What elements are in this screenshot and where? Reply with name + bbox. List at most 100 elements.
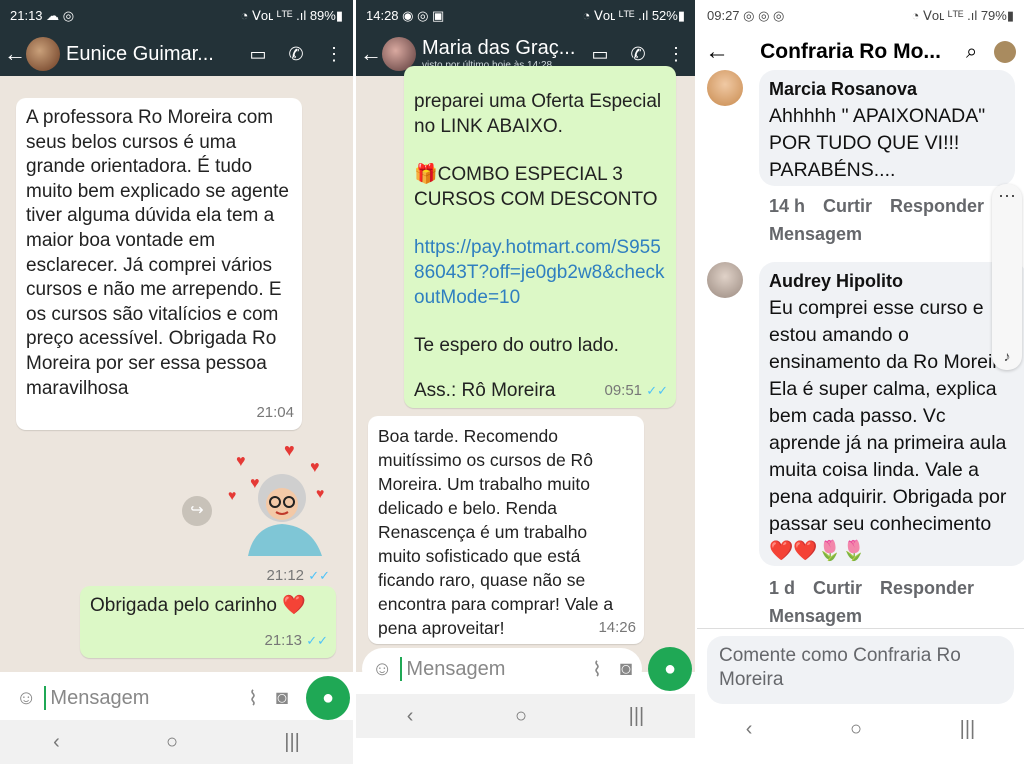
avatar[interactable] [707,262,743,298]
message-button[interactable]: Mensagem [769,606,862,626]
status-indicators: ◔ ᐯᴏʟ ᴸᵀᴱ .ıl 89%▮ [240,8,343,23]
status-indicators: ◔ ᐯᴏʟ ᴸᵀᴱ .ıl 79%▮ [911,8,1014,23]
phone-icon[interactable]: ✆ [619,44,657,65]
emoji-icon[interactable]: ☺ [16,687,36,710]
camera-icon[interactable]: ◙ [620,658,632,681]
more-options-icon[interactable]: ⋯ [992,184,1022,208]
comment-time: 1 d [769,578,796,598]
offer-link[interactable]: https://pay.hotmart.com/S95586043T?off=j… [414,236,666,310]
incoming-message: A professora Ro Moreira com seus belos c… [16,98,302,430]
comment-input[interactable]: Comente como Confraria Ro Moreira [707,636,1014,704]
mic-button[interactable]: ● [648,647,692,691]
more-options-icon[interactable]: ⋮ [315,44,353,65]
svg-text:♥: ♥ [236,453,246,470]
chat-area: A professora Ro Moreira com seus belos c… [0,76,353,672]
attach-icon[interactable]: ⌇ [248,686,258,711]
comment-author[interactable]: Marcia Rosanova [769,76,1005,103]
android-navbar: ‹ ○ ||| [356,694,695,738]
message-placeholder: Mensagem [406,657,506,680]
whatsapp-chat-maria: 14:28 ◉ ◎ ▣ ◔ ᐯᴏʟ ᴸᵀᴱ .ıl 52%▮ ← Maria d… [356,0,695,764]
message-input[interactable]: ☺ Mensagem ⌇ ◙ [6,677,298,719]
message-time: 09:51 ✓✓ [604,382,668,400]
chat-header: ← Eunice Guimar... ▭ ✆ ⋮ [0,32,353,76]
attach-icon[interactable]: ⌇ [592,657,602,682]
status-time: 21:13 ☁ ◎ [10,8,75,23]
avatar[interactable] [994,41,1016,63]
comment-text: Ahhhhh " APAIXONADA" POR TUDO QUE VI!!! … [769,105,986,181]
audio-icon[interactable]: ♪ [992,348,1022,364]
camera-icon[interactable]: ◙ [276,687,288,710]
comment-text: Eu comprei esse curso e estou amando o e… [769,297,1016,562]
back-nav-icon[interactable]: ‹ [53,731,60,754]
status-bar: 21:13 ☁ ◎ ◔ ᐯᴏʟ ᴸᵀᴱ .ıl 89%▮ [0,0,353,32]
recents-nav-icon[interactable]: ||| [629,705,645,728]
message-intro: preparei uma Oferta Especial no LINK ABA… [414,91,662,137]
message-input[interactable]: ☺ Mensagem ⌇ ◙ [362,648,642,690]
recents-nav-icon[interactable]: ||| [960,718,976,741]
mic-icon: ● [321,686,335,709]
back-nav-icon[interactable]: ‹ [407,705,414,728]
status-time: 09:27 ◎ ◎ ◎ [707,8,785,23]
sticker: ♥ ♥ ♥ ♥ ♥ ♥ 21:12 ✓✓ [224,438,334,584]
reply-button[interactable]: Responder [890,196,984,216]
comment-actions: 14 h Curtir Responder Mensagem [769,192,1024,248]
comment-placeholder: Comente como Confraria Ro Moreira [719,645,961,690]
home-nav-icon[interactable]: ○ [515,705,527,728]
like-button[interactable]: Curtir [813,578,862,598]
video-call-icon[interactable]: ▭ [239,44,277,65]
mic-button[interactable]: ● [306,676,350,720]
message-time: 21:12 ✓✓ [266,567,330,584]
reply-button[interactable]: Responder [880,578,974,598]
like-button[interactable]: Curtir [823,196,872,216]
message-time: 14:26 [598,619,636,636]
status-bar: 14:28 ◉ ◎ ▣ ◔ ᐯᴏʟ ᴸᵀᴱ .ıl 52%▮ [356,0,695,32]
svg-text:♥: ♥ [284,440,295,460]
more-options-icon[interactable]: ⋮ [657,44,695,65]
forward-icon[interactable]: ↪ [182,496,212,526]
message-time: 21:13 ✓✓ [264,632,328,650]
status-time: 14:28 ◉ ◎ ▣ [366,8,445,23]
outgoing-message: Obrigada pelo carinho ❤️ 21:13 ✓✓ [80,586,336,658]
android-navbar: ‹ ○ ||| [697,706,1024,752]
recents-nav-icon[interactable]: ||| [284,731,300,754]
scroll-handle[interactable]: ⋯ ♪ [992,184,1022,370]
search-icon[interactable]: ⌕ [966,41,994,64]
avatar[interactable] [707,70,743,106]
incoming-message: Boa tarde. Recomendo muitíssimo os curso… [368,416,644,644]
svg-text:♥: ♥ [228,487,236,503]
message-time: 21:04 [256,404,294,422]
phone-icon[interactable]: ✆ [277,44,315,65]
android-navbar: ‹ ○ ||| [0,720,353,764]
back-arrow-icon[interactable]: ← [4,41,26,67]
contact-name[interactable]: Eunice Guimar... [66,43,239,66]
facebook-comments: 09:27 ◎ ◎ ◎ ◔ ᐯᴏʟ ᴸᵀᴱ .ıl 79%▮ ← Confrar… [697,0,1024,764]
emoji-icon[interactable]: ☺ [372,658,392,681]
message-button[interactable]: Mensagem [769,224,862,244]
comment-author[interactable]: Audrey Hipolito [769,268,1017,295]
back-arrow-icon[interactable]: ← [705,38,735,66]
home-nav-icon[interactable]: ○ [166,731,178,754]
page-header: ← Confraria Ro Mo... ⌕ [697,32,1024,72]
message-text: A professora Ro Moreira com seus belos c… [26,107,289,399]
message-combo: 🎁COMBO ESPECIAL 3 CURSOS COM DESCONTO [414,164,658,210]
comment-bubble: Audrey Hipolito Eu comprei esse curso e … [759,262,1024,566]
contact-name[interactable]: Maria das Graç... [422,37,581,60]
status-bar: 09:27 ◎ ◎ ◎ ◔ ᐯᴏʟ ᴸᵀᴱ .ıl 79%▮ [697,0,1024,32]
back-nav-icon[interactable]: ‹ [746,718,753,741]
svg-text:♥: ♥ [250,475,260,492]
message-text: Boa tarde. Recomendo muitíssimo os curso… [378,426,614,638]
home-nav-icon[interactable]: ○ [850,718,862,741]
status-indicators: ◔ ᐯᴏʟ ᴸᵀᴱ .ıl 52%▮ [582,8,685,23]
comment-time: 14 h [769,196,806,216]
svg-text:♥: ♥ [310,459,320,476]
back-arrow-icon[interactable]: ← [360,41,382,67]
svg-text:♥: ♥ [316,485,324,501]
message-placeholder: Mensagem [50,686,150,709]
avatar[interactable] [26,37,60,71]
video-call-icon[interactable]: ▭ [581,44,619,65]
comment-bubble: Marcia Rosanova Ahhhhh " APAIXONADA" POR… [759,70,1015,186]
outgoing-message: preparei uma Oferta Especial no LINK ABA… [404,66,676,408]
mic-icon: ● [663,657,677,680]
whatsapp-chat-eunice: 21:13 ☁ ◎ ◔ ᐯᴏʟ ᴸᵀᴱ .ıl 89%▮ ← Eunice Gu… [0,0,353,764]
chat-area: preparei uma Oferta Especial no LINK ABA… [356,66,695,672]
